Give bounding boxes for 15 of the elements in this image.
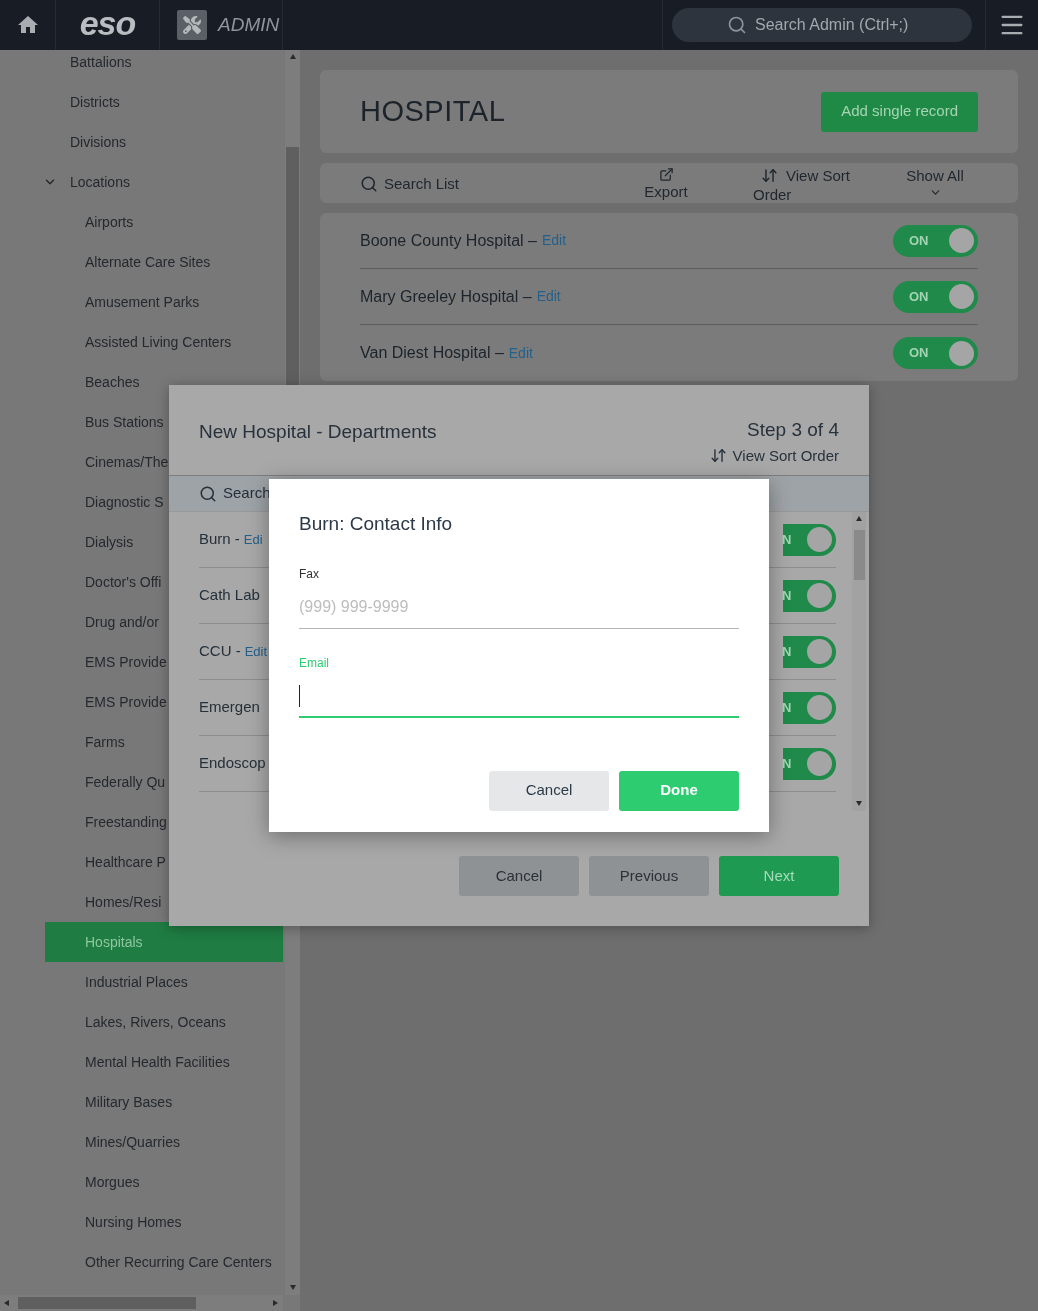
department-name: Burn - <box>199 529 240 550</box>
record-name: Boone County Hospital – <box>360 230 537 251</box>
page-title: HOSPITAL <box>360 93 506 129</box>
step-indicator: Step 3 of 4 <box>747 418 839 442</box>
department-name: Cath Lab <box>199 585 260 606</box>
dialog-title: Burn: Contact Info <box>299 512 454 536</box>
record-name: Mary Greeley Hospital – <box>360 286 532 307</box>
department-name: Emergen <box>199 697 260 718</box>
department-name: CCU - <box>199 641 241 662</box>
app-name: ADMIN <box>218 12 280 37</box>
department-name: Endoscop <box>199 753 266 774</box>
field-label: Email <box>299 654 330 672</box>
wizard-title: New Hospital - Departments <box>199 420 437 444</box>
record-name: Van Diest Hospital – <box>360 343 504 363</box>
field-label: Fax <box>299 565 320 583</box>
